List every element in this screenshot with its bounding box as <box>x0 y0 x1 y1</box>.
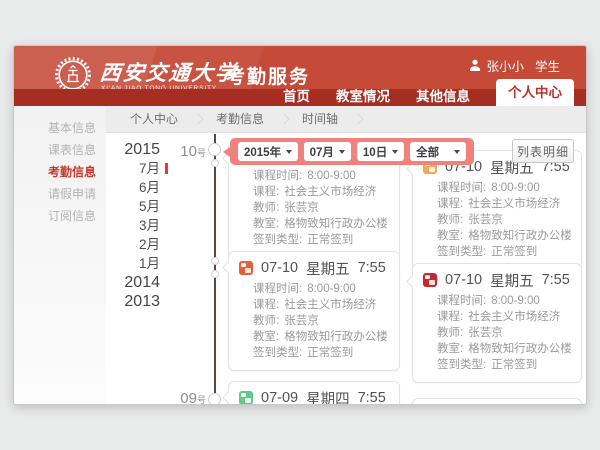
timeline-node <box>208 393 221 405</box>
breadcrumb-chevron-icon <box>352 113 363 124</box>
university-name-cn: 西安交通大学 <box>98 57 239 87</box>
user-icon <box>469 59 481 72</box>
breadcrumb-item[interactable]: 考勤信息 <box>216 112 264 126</box>
card-rows: 课程时间:8:00-9:00 课程:社会主义市场经济 教师:张芸京 教室:格物致… <box>239 170 389 246</box>
timeline-node <box>211 257 219 265</box>
attendance-type-icon <box>239 391 253 405</box>
attendance-type-icon <box>239 261 253 275</box>
timeline-period[interactable]: 1月 <box>110 254 160 273</box>
card-row: 教师:张芸京 <box>253 315 389 327</box>
card-header: 07-10 星期五 7:55 <box>239 260 389 276</box>
attendance-type-icon <box>423 273 437 287</box>
day-label-10: 10号 <box>170 143 206 161</box>
list-detail-button[interactable]: 列表明细 <box>512 139 574 163</box>
chevron-down-icon <box>454 150 460 154</box>
breadcrumb-item[interactable]: 时间轴 <box>302 112 338 126</box>
attendance-card[interactable]: 07-10 星期五 7:55 课程时间:8:00-9:00 课程:社会主义市场经… <box>228 251 400 371</box>
timeline-period[interactable]: 2013 <box>110 292 160 311</box>
sidebar-item[interactable]: 课表信息 <box>48 144 106 157</box>
card-tail <box>222 261 235 274</box>
card-row: 课程时间:8:00-9:00 <box>437 182 571 194</box>
card-row: 签到类型:正常签到 <box>437 246 571 258</box>
attendance-card[interactable]: 07-10 星期五 7:55 课程时间:8:00-9:00 课程:社会主义市场经… <box>412 150 582 270</box>
card-row: 课程:社会主义市场经济 <box>253 299 389 311</box>
timeline-period[interactable]: 6月 <box>110 178 160 197</box>
chevron-down-icon <box>286 150 292 154</box>
breadcrumb: 个人中心 考勤信息 时间轴 <box>106 106 587 133</box>
card-row: 教师:张芸京 <box>253 202 389 214</box>
card-row: 课程时间:8:00-9:00 <box>253 170 389 182</box>
attendance-card[interactable]: 07-09 星期四 7:55 <box>228 381 400 405</box>
card-row: 教师:张芸京 <box>437 214 571 226</box>
nav-item[interactable]: 首页 <box>283 88 310 106</box>
card-row: 教室:格物致知行政办公楼 <box>253 218 389 230</box>
card-row: 签到类型:正常签到 <box>253 347 389 359</box>
timeline-node <box>211 270 219 278</box>
breadcrumb-chevron-icon <box>278 113 289 124</box>
card-rows: 课程时间:8:00-9:00 课程:社会主义市场经济 教师:张芸京 教室:格物致… <box>423 295 571 371</box>
card-header: 07-10 星期五 7:55 <box>423 272 571 288</box>
card-row: 教室:格物致知行政办公楼 <box>253 331 389 343</box>
chevron-down-icon <box>392 150 398 154</box>
nav-tab-active[interactable]: 个人中心 <box>496 79 574 106</box>
card-row: 教室:格物致知行政办公楼 <box>437 343 571 355</box>
month-select[interactable]: 07月 <box>304 142 351 161</box>
sidebar-item[interactable]: 请假申请 <box>48 188 106 201</box>
chevron-down-icon <box>339 150 345 154</box>
timeline-period[interactable]: 3月 <box>110 216 160 235</box>
nav-item[interactable]: 其他信息 <box>416 88 470 106</box>
main-nav: 首页 教室情况 其他信息 个人中心 <box>283 79 574 106</box>
card-date: 07-10 <box>445 272 482 288</box>
timeline-period[interactable]: 2014 <box>110 273 160 292</box>
app-window: 西安交通大学 XI'AN JIAO TONG UNIVERSITY 考勤服务 张… <box>13 45 587 405</box>
card-date: 07-09 <box>261 390 298 405</box>
card-row: 签到类型:正常签到 <box>437 359 571 371</box>
attendance-card[interactable]: 07-10 星期五 7:55 课程时间:8:00-9:00 课程:社会主义市场经… <box>412 263 582 383</box>
sidebar-item[interactable]: 基本信息 <box>48 122 106 135</box>
card-time: 7:55 <box>542 272 570 288</box>
card-row: 课程时间:8:00-9:00 <box>253 283 389 295</box>
card-row: 课程:社会主义市场经济 <box>437 198 571 210</box>
card-row: 课程:社会主义市场经济 <box>253 186 389 198</box>
timeline-period[interactable]: 2月 <box>110 235 160 254</box>
card-rows: 课程时间:8:00-9:00 课程:社会主义市场经济 教师:张芸京 教室:格物致… <box>239 283 389 359</box>
year-select[interactable]: 2015年 <box>238 142 298 161</box>
card-time: 7:55 <box>358 260 386 276</box>
sidebar-item[interactable]: 订阅信息 <box>48 210 106 223</box>
type-select[interactable]: 全部 <box>410 142 466 161</box>
user-name: 张小小 <box>486 56 524 75</box>
sidebar-item[interactable]: 考勤信息 <box>48 166 106 179</box>
card-rows: 课程时间:8:00-9:00 课程:社会主义市场经济 教师:张芸京 教室:格物致… <box>423 182 571 258</box>
breadcrumb-chevron-icon <box>192 113 203 124</box>
timeline-period[interactable]: 5月 <box>110 197 160 216</box>
card-weekday: 星期四 <box>306 388 350 406</box>
card-header: 07-09 星期四 7:55 <box>239 390 389 405</box>
sidebar: 基本信息课表信息考勤信息请假申请订阅信息 <box>14 106 106 405</box>
card-row: 课程:社会主义市场经济 <box>437 311 571 323</box>
day-label-09: 09号 <box>170 390 206 405</box>
card-time: 7:55 <box>358 390 386 405</box>
filter-bar: 2015年 07月 10日 全部 <box>230 138 474 165</box>
card-weekday: 星期五 <box>306 258 350 279</box>
card-row: 课程时间:8:00-9:00 <box>437 295 571 307</box>
card-row: 签到类型:正常签到 <box>253 234 389 246</box>
user-info[interactable]: 张小小 学生 <box>469 56 560 75</box>
attendance-card[interactable] <box>412 398 582 405</box>
card-row: 教师:张芸京 <box>437 327 571 339</box>
timeline-node <box>208 143 221 156</box>
card-row: 教室:格物致知行政办公楼 <box>437 230 571 242</box>
timeline-period[interactable]: 7月 <box>110 159 160 178</box>
card-date: 07-10 <box>261 260 298 276</box>
timeline-periods: 20157月6月5月3月2月1月20142013 <box>110 140 160 311</box>
timeline-period[interactable]: 2015 <box>110 140 160 159</box>
card-weekday: 星期五 <box>490 270 534 291</box>
breadcrumb-item[interactable]: 个人中心 <box>130 112 178 126</box>
app-header: 西安交通大学 XI'AN JIAO TONG UNIVERSITY 考勤服务 张… <box>14 46 587 106</box>
card-tail <box>222 391 235 404</box>
card-tail <box>406 275 419 288</box>
user-role: 学生 <box>535 56 560 75</box>
timeline-node <box>211 159 219 167</box>
nav-item[interactable]: 教室情况 <box>336 88 390 106</box>
day-select[interactable]: 10日 <box>357 142 404 161</box>
